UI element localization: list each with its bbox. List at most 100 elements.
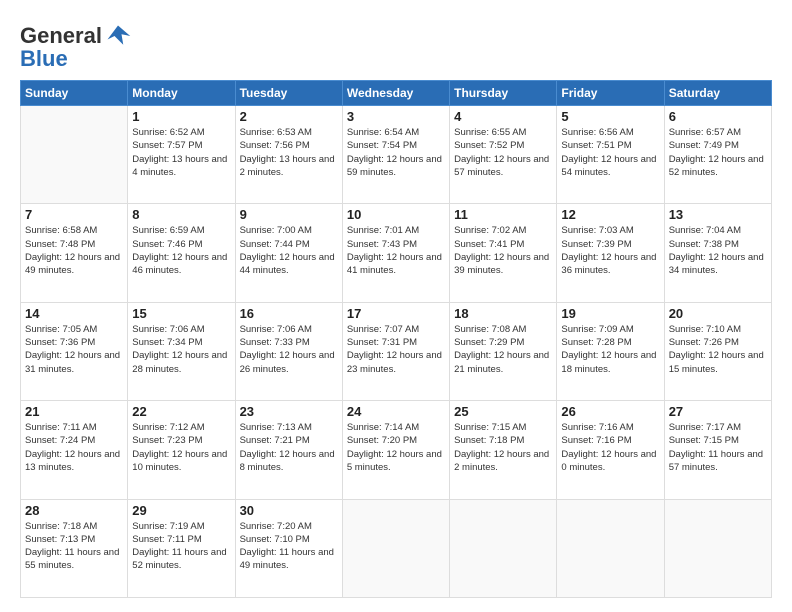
day-number: 1 (132, 109, 230, 124)
day-cell (557, 499, 664, 597)
day-header-tuesday: Tuesday (235, 81, 342, 106)
day-info: Sunrise: 6:56 AMSunset: 7:51 PMDaylight:… (561, 126, 659, 179)
day-number: 7 (25, 207, 123, 222)
day-info: Sunrise: 7:16 AMSunset: 7:16 PMDaylight:… (561, 421, 659, 474)
day-number: 25 (454, 404, 552, 419)
day-number: 6 (669, 109, 767, 124)
day-number: 15 (132, 306, 230, 321)
day-number: 2 (240, 109, 338, 124)
day-info: Sunrise: 7:07 AMSunset: 7:31 PMDaylight:… (347, 323, 445, 376)
day-number: 16 (240, 306, 338, 321)
day-number: 14 (25, 306, 123, 321)
day-cell (664, 499, 771, 597)
day-cell: 26 Sunrise: 7:16 AMSunset: 7:16 PMDayligh… (557, 401, 664, 499)
day-header-saturday: Saturday (664, 81, 771, 106)
day-info: Sunrise: 7:11 AMSunset: 7:24 PMDaylight:… (25, 421, 123, 474)
day-info: Sunrise: 7:13 AMSunset: 7:21 PMDaylight:… (240, 421, 338, 474)
day-info: Sunrise: 7:17 AMSunset: 7:15 PMDaylight:… (669, 421, 767, 474)
day-number: 17 (347, 306, 445, 321)
day-info: Sunrise: 6:52 AMSunset: 7:57 PMDaylight:… (132, 126, 230, 179)
day-header-wednesday: Wednesday (342, 81, 449, 106)
week-row-3: 14 Sunrise: 7:05 AMSunset: 7:36 PMDayligh… (21, 302, 772, 400)
header: General Blue (20, 18, 772, 72)
week-row-2: 7 Sunrise: 6:58 AMSunset: 7:48 PMDaylight… (21, 204, 772, 302)
day-number: 30 (240, 503, 338, 518)
day-cell: 21 Sunrise: 7:11 AMSunset: 7:24 PMDayligh… (21, 401, 128, 499)
day-cell: 9 Sunrise: 7:00 AMSunset: 7:44 PMDaylight… (235, 204, 342, 302)
day-cell: 24 Sunrise: 7:14 AMSunset: 7:20 PMDayligh… (342, 401, 449, 499)
logo-bird-icon (104, 22, 132, 50)
day-cell: 29Sunrise: 7:19 AMSunset: 7:11 PMDayligh… (128, 499, 235, 597)
day-info: Sunrise: 6:58 AMSunset: 7:48 PMDaylight:… (25, 224, 123, 277)
day-number: 5 (561, 109, 659, 124)
day-info: Sunrise: 7:14 AMSunset: 7:20 PMDaylight:… (347, 421, 445, 474)
day-cell: 28 Sunrise: 7:18 AMSunset: 7:13 PMDayligh… (21, 499, 128, 597)
day-cell: 6 Sunrise: 6:57 AMSunset: 7:49 PMDaylight… (664, 106, 771, 204)
day-info: Sunrise: 6:54 AMSunset: 7:54 PMDaylight:… (347, 126, 445, 179)
calendar-table: SundayMondayTuesdayWednesdayThursdayFrid… (20, 80, 772, 598)
day-cell: 18 Sunrise: 7:08 AMSunset: 7:29 PMDayligh… (450, 302, 557, 400)
day-cell: 2 Sunrise: 6:53 AMSunset: 7:56 PMDaylight… (235, 106, 342, 204)
day-number: 23 (240, 404, 338, 419)
day-info: Sunrise: 6:55 AMSunset: 7:52 PMDaylight:… (454, 126, 552, 179)
day-number: 12 (561, 207, 659, 222)
day-number: 28 (25, 503, 123, 518)
day-number: 29 (132, 503, 230, 518)
day-number: 26 (561, 404, 659, 419)
day-info: Sunrise: 7:12 AMSunset: 7:23 PMDaylight:… (132, 421, 230, 474)
day-cell: 13Sunrise: 7:04 AMSunset: 7:38 PMDayligh… (664, 204, 771, 302)
day-number: 10 (347, 207, 445, 222)
day-cell: 5 Sunrise: 6:56 AMSunset: 7:51 PMDaylight… (557, 106, 664, 204)
day-info: Sunrise: 7:18 AMSunset: 7:13 PMDaylight:… (25, 520, 123, 573)
day-info: Sunrise: 7:02 AMSunset: 7:41 PMDaylight:… (454, 224, 552, 277)
day-cell: 23 Sunrise: 7:13 AMSunset: 7:21 PMDayligh… (235, 401, 342, 499)
day-cell: 12 Sunrise: 7:03 AMSunset: 7:39 PMDayligh… (557, 204, 664, 302)
week-row-4: 21 Sunrise: 7:11 AMSunset: 7:24 PMDayligh… (21, 401, 772, 499)
day-number: 22 (132, 404, 230, 419)
day-info: Sunrise: 6:57 AMSunset: 7:49 PMDaylight:… (669, 126, 767, 179)
day-info: Sunrise: 7:10 AMSunset: 7:26 PMDaylight:… (669, 323, 767, 376)
day-info: Sunrise: 7:01 AMSunset: 7:43 PMDaylight:… (347, 224, 445, 277)
day-cell: 16 Sunrise: 7:06 AMSunset: 7:33 PMDayligh… (235, 302, 342, 400)
day-info: Sunrise: 7:09 AMSunset: 7:28 PMDaylight:… (561, 323, 659, 376)
day-info: Sunrise: 6:53 AMSunset: 7:56 PMDaylight:… (240, 126, 338, 179)
day-info: Sunrise: 7:00 AMSunset: 7:44 PMDaylight:… (240, 224, 338, 277)
day-number: 20 (669, 306, 767, 321)
week-row-1: 1 Sunrise: 6:52 AMSunset: 7:57 PMDaylight… (21, 106, 772, 204)
day-info: Sunrise: 7:15 AMSunset: 7:18 PMDaylight:… (454, 421, 552, 474)
day-number: 18 (454, 306, 552, 321)
day-cell: 17 Sunrise: 7:07 AMSunset: 7:31 PMDayligh… (342, 302, 449, 400)
day-cell: 1 Sunrise: 6:52 AMSunset: 7:57 PMDaylight… (128, 106, 235, 204)
day-cell: 11Sunrise: 7:02 AMSunset: 7:41 PMDayligh… (450, 204, 557, 302)
day-header-monday: Monday (128, 81, 235, 106)
day-cell: 22 Sunrise: 7:12 AMSunset: 7:23 PMDayligh… (128, 401, 235, 499)
day-number: 21 (25, 404, 123, 419)
page: General Blue SundayMondayTuesdayWednesda… (0, 0, 792, 612)
day-info: Sunrise: 7:03 AMSunset: 7:39 PMDaylight:… (561, 224, 659, 277)
day-cell: 10 Sunrise: 7:01 AMSunset: 7:43 PMDayligh… (342, 204, 449, 302)
day-info: Sunrise: 7:06 AMSunset: 7:33 PMDaylight:… (240, 323, 338, 376)
day-number: 19 (561, 306, 659, 321)
week-row-5: 28 Sunrise: 7:18 AMSunset: 7:13 PMDayligh… (21, 499, 772, 597)
day-number: 4 (454, 109, 552, 124)
day-cell: 15 Sunrise: 7:06 AMSunset: 7:34 PMDayligh… (128, 302, 235, 400)
day-header-friday: Friday (557, 81, 664, 106)
day-cell: 4 Sunrise: 6:55 AMSunset: 7:52 PMDaylight… (450, 106, 557, 204)
day-header-thursday: Thursday (450, 81, 557, 106)
day-cell (450, 499, 557, 597)
day-cell: 14 Sunrise: 7:05 AMSunset: 7:36 PMDayligh… (21, 302, 128, 400)
day-number: 27 (669, 404, 767, 419)
day-cell: 8Sunrise: 6:59 AMSunset: 7:46 PMDaylight… (128, 204, 235, 302)
day-cell: 19 Sunrise: 7:09 AMSunset: 7:28 PMDayligh… (557, 302, 664, 400)
day-cell: 27 Sunrise: 7:17 AMSunset: 7:15 PMDayligh… (664, 401, 771, 499)
day-number: 9 (240, 207, 338, 222)
day-number: 24 (347, 404, 445, 419)
day-info: Sunrise: 7:04 AMSunset: 7:38 PMDaylight:… (669, 224, 767, 277)
day-cell: 7 Sunrise: 6:58 AMSunset: 7:48 PMDaylight… (21, 204, 128, 302)
day-info: Sunrise: 7:05 AMSunset: 7:36 PMDaylight:… (25, 323, 123, 376)
logo: General Blue (20, 22, 132, 72)
day-cell: 3Sunrise: 6:54 AMSunset: 7:54 PMDaylight… (342, 106, 449, 204)
day-cell (342, 499, 449, 597)
day-info: Sunrise: 7:06 AMSunset: 7:34 PMDaylight:… (132, 323, 230, 376)
day-info: Sunrise: 7:08 AMSunset: 7:29 PMDaylight:… (454, 323, 552, 376)
